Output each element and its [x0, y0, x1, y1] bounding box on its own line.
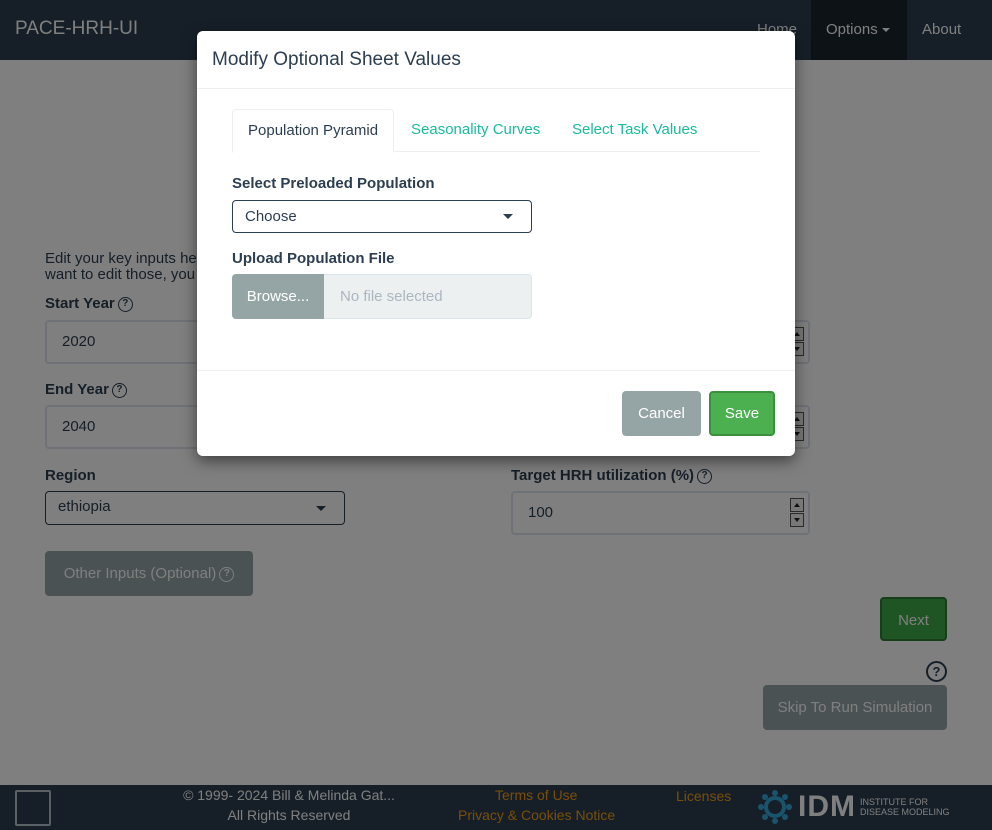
modify-sheet-modal: Modify Optional Sheet Values Population …	[197, 31, 795, 456]
cancel-button[interactable]: Cancel	[622, 391, 701, 436]
tab-select-task-values[interactable]: Select Task Values	[557, 109, 712, 152]
file-name-field[interactable]: No file selected	[324, 274, 532, 319]
preloaded-population-select[interactable]: Choose	[232, 200, 532, 233]
modal-footer	[197, 370, 795, 456]
save-button[interactable]: Save	[709, 391, 775, 436]
tab-seasonality-curves[interactable]: Seasonality Curves	[396, 109, 555, 152]
preloaded-population-label: Select Preloaded Population	[232, 175, 435, 192]
caret-down-icon	[503, 214, 513, 219]
modal-header: Modify Optional Sheet Values	[197, 31, 795, 89]
upload-population-label: Upload Population File	[232, 250, 395, 267]
browse-button[interactable]: Browse...	[232, 274, 324, 319]
tab-population-pyramid[interactable]: Population Pyramid	[232, 109, 395, 153]
modal-tabs: Population Pyramid Seasonality Curves Se…	[232, 109, 760, 153]
preloaded-population-value: Choose	[245, 208, 297, 225]
modal-title: Modify Optional Sheet Values	[212, 49, 461, 70]
